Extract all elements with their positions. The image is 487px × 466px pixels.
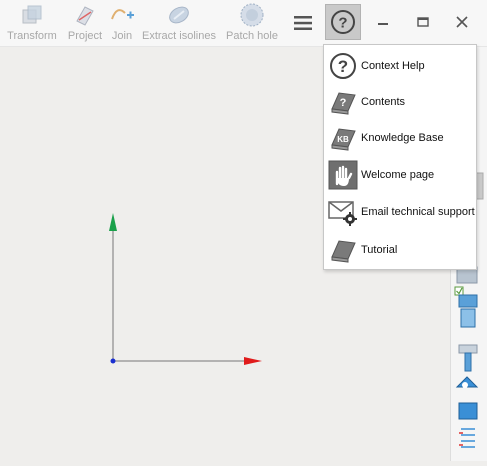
menu-item-label: Welcome page — [361, 169, 435, 181]
menu-item-label: Context Help — [361, 60, 425, 72]
project-icon — [73, 0, 97, 30]
close-icon — [456, 16, 468, 28]
project-label: Project — [67, 30, 103, 42]
close-button[interactable] — [452, 12, 472, 32]
menu-item-label: Knowledge Base — [361, 132, 444, 144]
extract-isolines-label: Extract isolines — [142, 30, 216, 42]
svg-text:?: ? — [338, 15, 347, 32]
menu-item-email-technical-support[interactable]: Email technical support — [324, 194, 476, 230]
transform-label: Transform — [7, 30, 57, 42]
transform-tool[interactable]: Transform — [4, 0, 60, 46]
email-support-icon — [326, 195, 360, 229]
welcome-hand-icon — [326, 158, 360, 192]
join-icon — [109, 0, 135, 30]
patch-hole-tool[interactable]: Patch hole — [225, 0, 279, 46]
hamburger-menu-icon — [294, 16, 312, 30]
join-tool[interactable]: Join — [108, 0, 136, 46]
svg-text:KB: KB — [337, 135, 349, 144]
extract-isolines-icon — [166, 0, 192, 30]
menu-item-label: Tutorial — [361, 244, 398, 256]
contents-book-icon: ? — [326, 85, 360, 119]
svg-text:?: ? — [340, 97, 347, 109]
menu-item-label: Email technical support — [361, 206, 475, 218]
help-icon: ? — [331, 10, 355, 34]
x-axis-arrow — [244, 357, 262, 365]
y-axis-arrow — [109, 213, 117, 231]
menu-item-context-help[interactable]: ? Context Help — [324, 48, 476, 84]
extract-isolines-tool[interactable]: Extract isolines — [141, 0, 217, 46]
join-label: Join — [111, 30, 133, 42]
restore-button[interactable] — [413, 12, 433, 32]
project-tool[interactable]: Project — [64, 0, 106, 46]
knowledge-base-icon: KB — [326, 121, 360, 155]
menu-item-label: Contents — [361, 96, 406, 108]
minimize-button[interactable] — [373, 12, 393, 32]
tutorial-book-icon — [326, 233, 360, 267]
help-dropdown-menu: ? Context Help ? Contents KB Knowledge B… — [323, 44, 477, 270]
menu-item-welcome-page[interactable]: Welcome page — [324, 157, 476, 193]
top-toolbar: Transform Project Join Extract isolines … — [0, 0, 487, 47]
minimize-icon — [378, 23, 388, 25]
menu-item-knowledge-base[interactable]: KB Knowledge Base — [324, 120, 476, 156]
patch-hole-label: Patch hole — [226, 30, 278, 42]
help-button[interactable]: ? — [325, 4, 361, 40]
menu-item-tutorial[interactable]: Tutorial — [324, 232, 476, 268]
axis-origin — [110, 358, 116, 364]
svg-text:?: ? — [338, 57, 348, 76]
patch-hole-icon — [239, 0, 265, 30]
help-circle-icon: ? — [326, 49, 360, 83]
restore-icon — [417, 17, 429, 27]
transform-icon — [20, 0, 44, 30]
hamburger-menu-button[interactable] — [286, 8, 320, 38]
menu-item-contents[interactable]: ? Contents — [324, 84, 476, 120]
